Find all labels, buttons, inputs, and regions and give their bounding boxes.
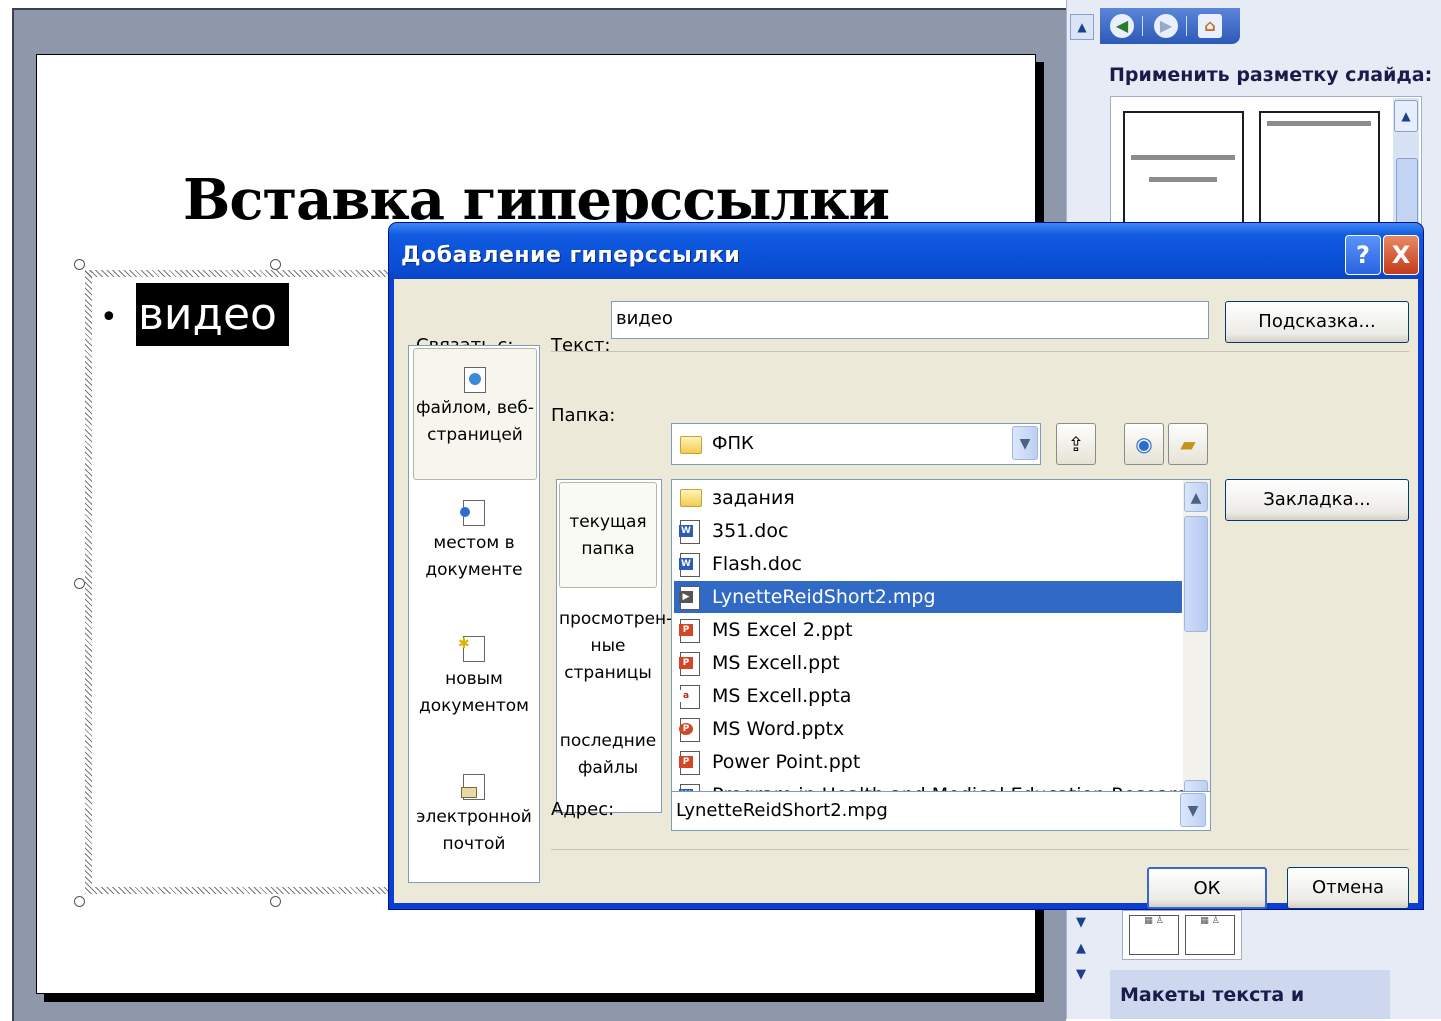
list-item[interactable]: задания: [674, 482, 1182, 514]
list-item-selected[interactable]: ▶ LynetteReidShort2.mpg: [674, 581, 1182, 613]
home-icon[interactable]: ⌂: [1198, 14, 1222, 38]
resize-handle[interactable]: [270, 259, 281, 270]
folder-combobox[interactable]: ФПК ▼: [671, 423, 1041, 465]
screen-tip-button[interactable]: Подсказка...: [1225, 301, 1409, 343]
file-list[interactable]: задания W 351.doc W Flash.doc ▶ LynetteR…: [671, 479, 1211, 813]
scroll-thumb[interactable]: [1184, 516, 1208, 632]
powerpoint-icon: P: [679, 751, 700, 775]
dialog-client: Связать с: Текст: видео Подсказка... фай…: [394, 279, 1418, 909]
layout-text-content-thumb[interactable]: ▦ ♙: [1129, 915, 1179, 955]
gallery-scrollbar[interactable]: ▲: [1393, 98, 1419, 236]
powerpoint-icon: P: [679, 619, 700, 643]
folder-icon: [680, 489, 702, 507]
close-button[interactable]: X: [1383, 235, 1419, 275]
link-to-place-label: местом в документе: [425, 533, 523, 580]
forward-arrow-icon[interactable]: ▶: [1154, 14, 1178, 38]
chevron-up-icon[interactable]: ▲: [1184, 482, 1208, 512]
layout-gallery-bottom: ▦ ♙ ▦ ♙: [1122, 910, 1242, 960]
globe-page-icon: [464, 367, 486, 393]
list-item[interactable]: P MS Excel 2.ppt: [674, 614, 1182, 646]
browse-web-button[interactable]: ◉: [1124, 423, 1164, 465]
up-folder-icon: ⇪: [1067, 432, 1085, 456]
text-to-display-field[interactable]: видео: [611, 301, 1209, 339]
ok-button[interactable]: ОК: [1147, 867, 1267, 909]
scroll-down-icon[interactable]: ▼: [1070, 964, 1092, 986]
layout-gallery: [1110, 96, 1422, 238]
document-place-icon: [460, 500, 485, 526]
video-file-icon: ▶: [679, 586, 700, 610]
up-folder-button[interactable]: ⇪: [1056, 423, 1096, 465]
apply-layout-label: Применить разметку слайда:: [1109, 64, 1433, 86]
resize-handle[interactable]: [270, 896, 281, 907]
pane-scroll-controls: ▼ ▲ ▼: [1070, 912, 1092, 990]
chevron-down-icon[interactable]: ▼: [1070, 912, 1092, 934]
word-doc-icon: W: [679, 520, 700, 544]
link-to-file-web[interactable]: файлом, веб-страницей: [413, 348, 537, 480]
resize-handle[interactable]: [74, 578, 85, 589]
link-to-new-document[interactable]: ✱ новым документом: [413, 636, 535, 746]
web-search-icon: ◉: [1135, 432, 1153, 456]
address-value: LynetteReidShort2.mpg: [676, 800, 888, 821]
list-item[interactable]: W Flash.doc: [674, 548, 1182, 580]
link-to-new-doc-label: новым документом: [418, 669, 529, 716]
browse-file-button[interactable]: ▰: [1168, 423, 1208, 465]
resize-handle[interactable]: [74, 896, 85, 907]
folder-label: Папка:: [551, 405, 616, 426]
list-item[interactable]: P MS Word.pptx: [674, 713, 1182, 745]
cancel-button[interactable]: Отмена: [1287, 867, 1409, 909]
place-recent-files[interactable]: последние файлы: [559, 728, 657, 788]
word-doc-icon: W: [679, 553, 700, 577]
chevron-down-icon[interactable]: ▼: [1180, 793, 1206, 827]
folder-icon: [680, 436, 702, 454]
link-to-place-in-document[interactable]: местом в документе: [413, 500, 535, 610]
selected-bullet-text[interactable]: видео: [136, 283, 289, 346]
list-item[interactable]: P Power Point.ppt: [674, 746, 1182, 778]
open-folder-icon: ▰: [1180, 432, 1196, 456]
new-document-icon: ✱: [458, 636, 485, 662]
address-combobox[interactable]: LynetteReidShort2.mpg ▼: [671, 791, 1211, 831]
places-bar: текущая папка просмотрен-ные страницы по…: [556, 479, 672, 813]
link-to-email-label: электронной почтой: [416, 807, 532, 854]
bookmark-button[interactable]: Закладка...: [1225, 479, 1409, 521]
place-browsed-pages[interactable]: просмотрен-ные страницы: [559, 606, 672, 692]
chevron-down-icon[interactable]: ▼: [1012, 426, 1038, 460]
file-list-scrollbar[interactable]: ▲ ▼: [1183, 480, 1210, 812]
link-to-bar: файлом, веб-страницей местом в документе…: [408, 345, 540, 883]
powerpoint-x-icon: P: [679, 718, 700, 742]
insert-hyperlink-dialog: Добавление гиперссылки ? X Связать с: Те…: [389, 223, 1423, 909]
pane-scroll-up-button[interactable]: ▲: [1070, 14, 1094, 40]
list-item[interactable]: a MS Excell.ppta: [674, 680, 1182, 712]
layout-title-only[interactable]: [1259, 111, 1380, 225]
chevron-up-icon[interactable]: ▲: [1394, 100, 1418, 132]
generic-file-icon: a: [679, 685, 700, 709]
layout-title-slide[interactable]: [1123, 111, 1244, 225]
folder-value: ФПК: [712, 433, 754, 454]
resize-handle[interactable]: [74, 259, 85, 270]
back-arrow-icon[interactable]: ◀: [1110, 14, 1134, 38]
text-label: Текст:: [551, 335, 611, 356]
dialog-title: Добавление гиперссылки: [401, 243, 741, 268]
layout-section-label: Макеты текста и: [1120, 984, 1305, 1006]
task-pane-nav: ◀ ▶ ⌂: [1100, 8, 1240, 44]
scroll-up-icon[interactable]: ▲: [1070, 938, 1092, 960]
email-icon: [461, 774, 485, 800]
bullet-dot: •: [100, 300, 118, 335]
powerpoint-icon: P: [679, 652, 700, 676]
help-button[interactable]: ?: [1345, 235, 1381, 275]
link-to-file-web-label: файлом, веб-страницей: [416, 398, 534, 445]
place-current-folder[interactable]: текущая папка: [559, 482, 657, 588]
list-item[interactable]: W 351.doc: [674, 515, 1182, 547]
layout-text-content-thumb[interactable]: ▦ ♙: [1185, 915, 1235, 955]
list-item[interactable]: P MS Excell.ppt: [674, 647, 1182, 679]
dialog-titlebar[interactable]: Добавление гиперссылки ? X: [389, 223, 1423, 285]
address-label: Адрес:: [551, 799, 615, 820]
link-to-email[interactable]: электронной почтой: [413, 774, 535, 884]
